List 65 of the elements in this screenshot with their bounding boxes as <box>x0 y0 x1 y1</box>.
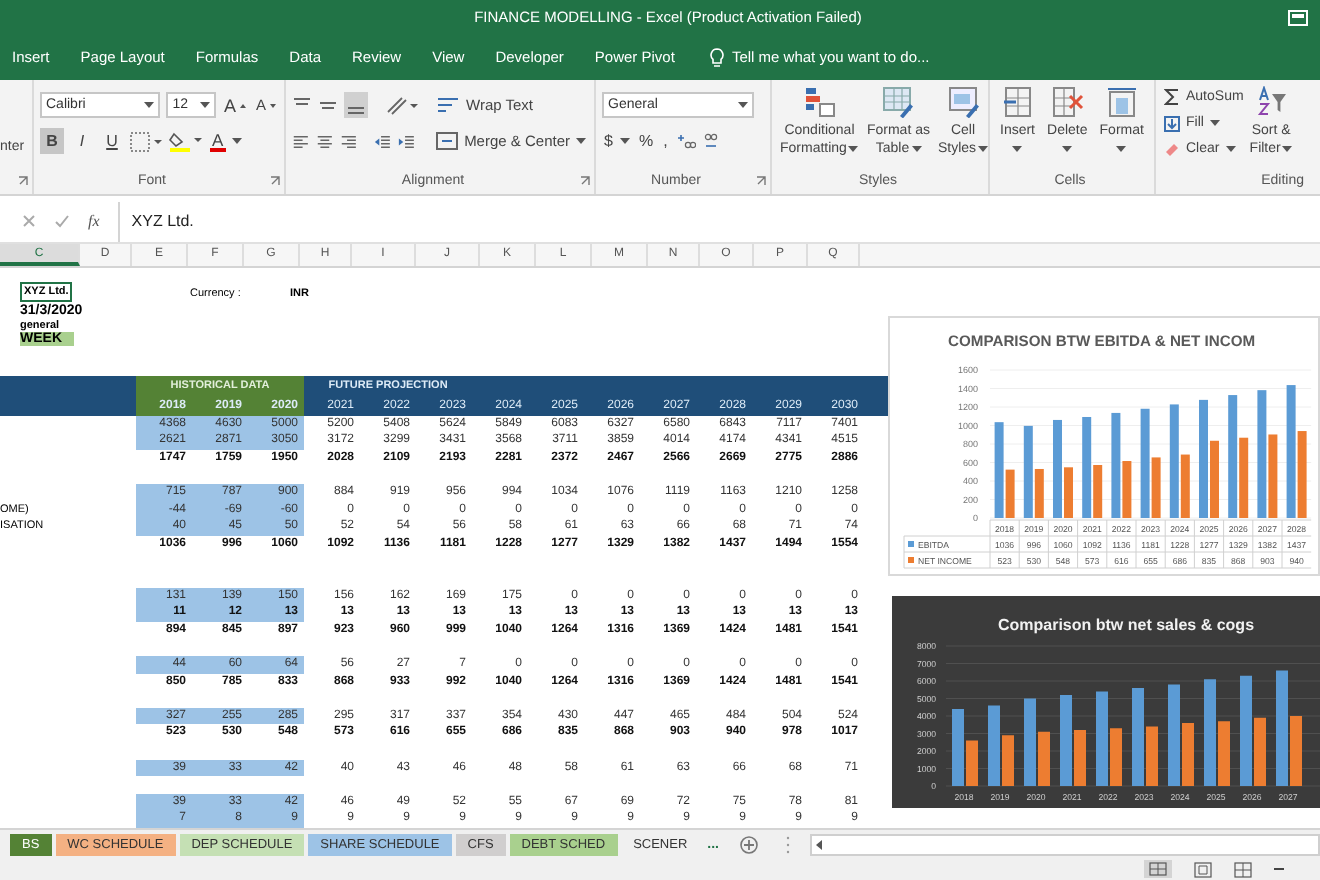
increase-font-size-button[interactable]: A <box>221 92 248 119</box>
caret-icon <box>848 145 859 152</box>
percent-format-button[interactable]: % <box>636 128 656 155</box>
font-style-button[interactable]: U <box>100 128 124 155</box>
page-layout-view-icon[interactable] <box>1194 861 1212 878</box>
caret-icon <box>1209 120 1220 127</box>
caret-icon <box>576 138 587 145</box>
caret-icon[interactable] <box>231 138 242 145</box>
sort-filter-icon <box>1255 85 1288 118</box>
conditional-formatting-icon <box>803 85 836 118</box>
chart-title: Comparison btw net sales & cogs <box>997 615 1255 634</box>
delete-cells-icon <box>1051 85 1084 118</box>
caret-up-icon <box>239 103 246 108</box>
font-style-button[interactable]: B <box>40 128 64 155</box>
fill-color-icon[interactable] <box>168 130 204 153</box>
scroll-left-icon[interactable] <box>811 835 827 854</box>
fill-down-icon <box>1164 115 1180 132</box>
increase-decimal-icon[interactable] <box>675 132 696 151</box>
zoom-out-icon[interactable] <box>1274 866 1284 873</box>
caret-icon <box>1282 145 1293 152</box>
align-bottom-icon[interactable] <box>344 92 368 119</box>
align-left-icon[interactable] <box>292 131 310 152</box>
caret-icon <box>1012 145 1023 152</box>
caret-icon <box>1116 145 1127 152</box>
insert-cells-icon <box>1001 85 1034 118</box>
decrease-decimal-icon[interactable] <box>701 132 722 151</box>
align-right-icon[interactable] <box>339 131 357 152</box>
text-orientation-icon[interactable] <box>386 95 418 116</box>
align-center-icon[interactable] <box>315 131 334 152</box>
borders-icon[interactable] <box>130 131 162 152</box>
format-table-icon <box>882 85 915 118</box>
caret-icon <box>1062 145 1073 152</box>
eraser-icon <box>1164 142 1180 157</box>
add-sheet-icon[interactable] <box>739 835 757 854</box>
caret-icon <box>270 103 276 108</box>
caret-icon <box>978 145 988 152</box>
caret-icon <box>911 145 922 152</box>
caret-icon <box>738 102 748 109</box>
cell-styles-icon <box>947 85 980 118</box>
currency-format-button[interactable]: $ <box>602 128 615 155</box>
dialog-launcher-icon[interactable] <box>270 176 280 187</box>
dialog-launcher-icon[interactable] <box>756 176 766 187</box>
horizontal-scrollbar[interactable] <box>809 833 1320 856</box>
increase-indent-icon[interactable] <box>398 131 417 152</box>
caret-icon <box>199 102 210 109</box>
caret-icon <box>144 102 155 109</box>
dialog-launcher-icon[interactable] <box>580 176 590 187</box>
decrease-indent-icon[interactable] <box>374 131 393 152</box>
formula-input[interactable]: XYZ Ltd. <box>117 201 1320 242</box>
caret-icon[interactable] <box>620 138 631 145</box>
ribbon-display-options-icon[interactable] <box>1288 10 1308 26</box>
page-break-preview-icon[interactable] <box>1234 861 1252 878</box>
caret-icon <box>1225 146 1236 153</box>
comma-format-button[interactable]: , <box>661 128 670 155</box>
normal-view-icon[interactable] <box>1144 860 1172 879</box>
font-style-button[interactable]: I <box>70 128 94 155</box>
dialog-launcher-icon[interactable] <box>18 176 28 187</box>
sigma-icon <box>1164 88 1180 107</box>
wrap-text-icon <box>438 96 460 115</box>
lightbulb-icon <box>709 47 724 68</box>
checkmark-icon[interactable] <box>54 214 70 229</box>
font-color-button[interactable]: A <box>210 130 226 153</box>
format-cells-icon <box>1105 85 1138 118</box>
merge-cells-icon <box>436 132 459 151</box>
insert-function-button[interactable]: fx <box>88 212 100 231</box>
